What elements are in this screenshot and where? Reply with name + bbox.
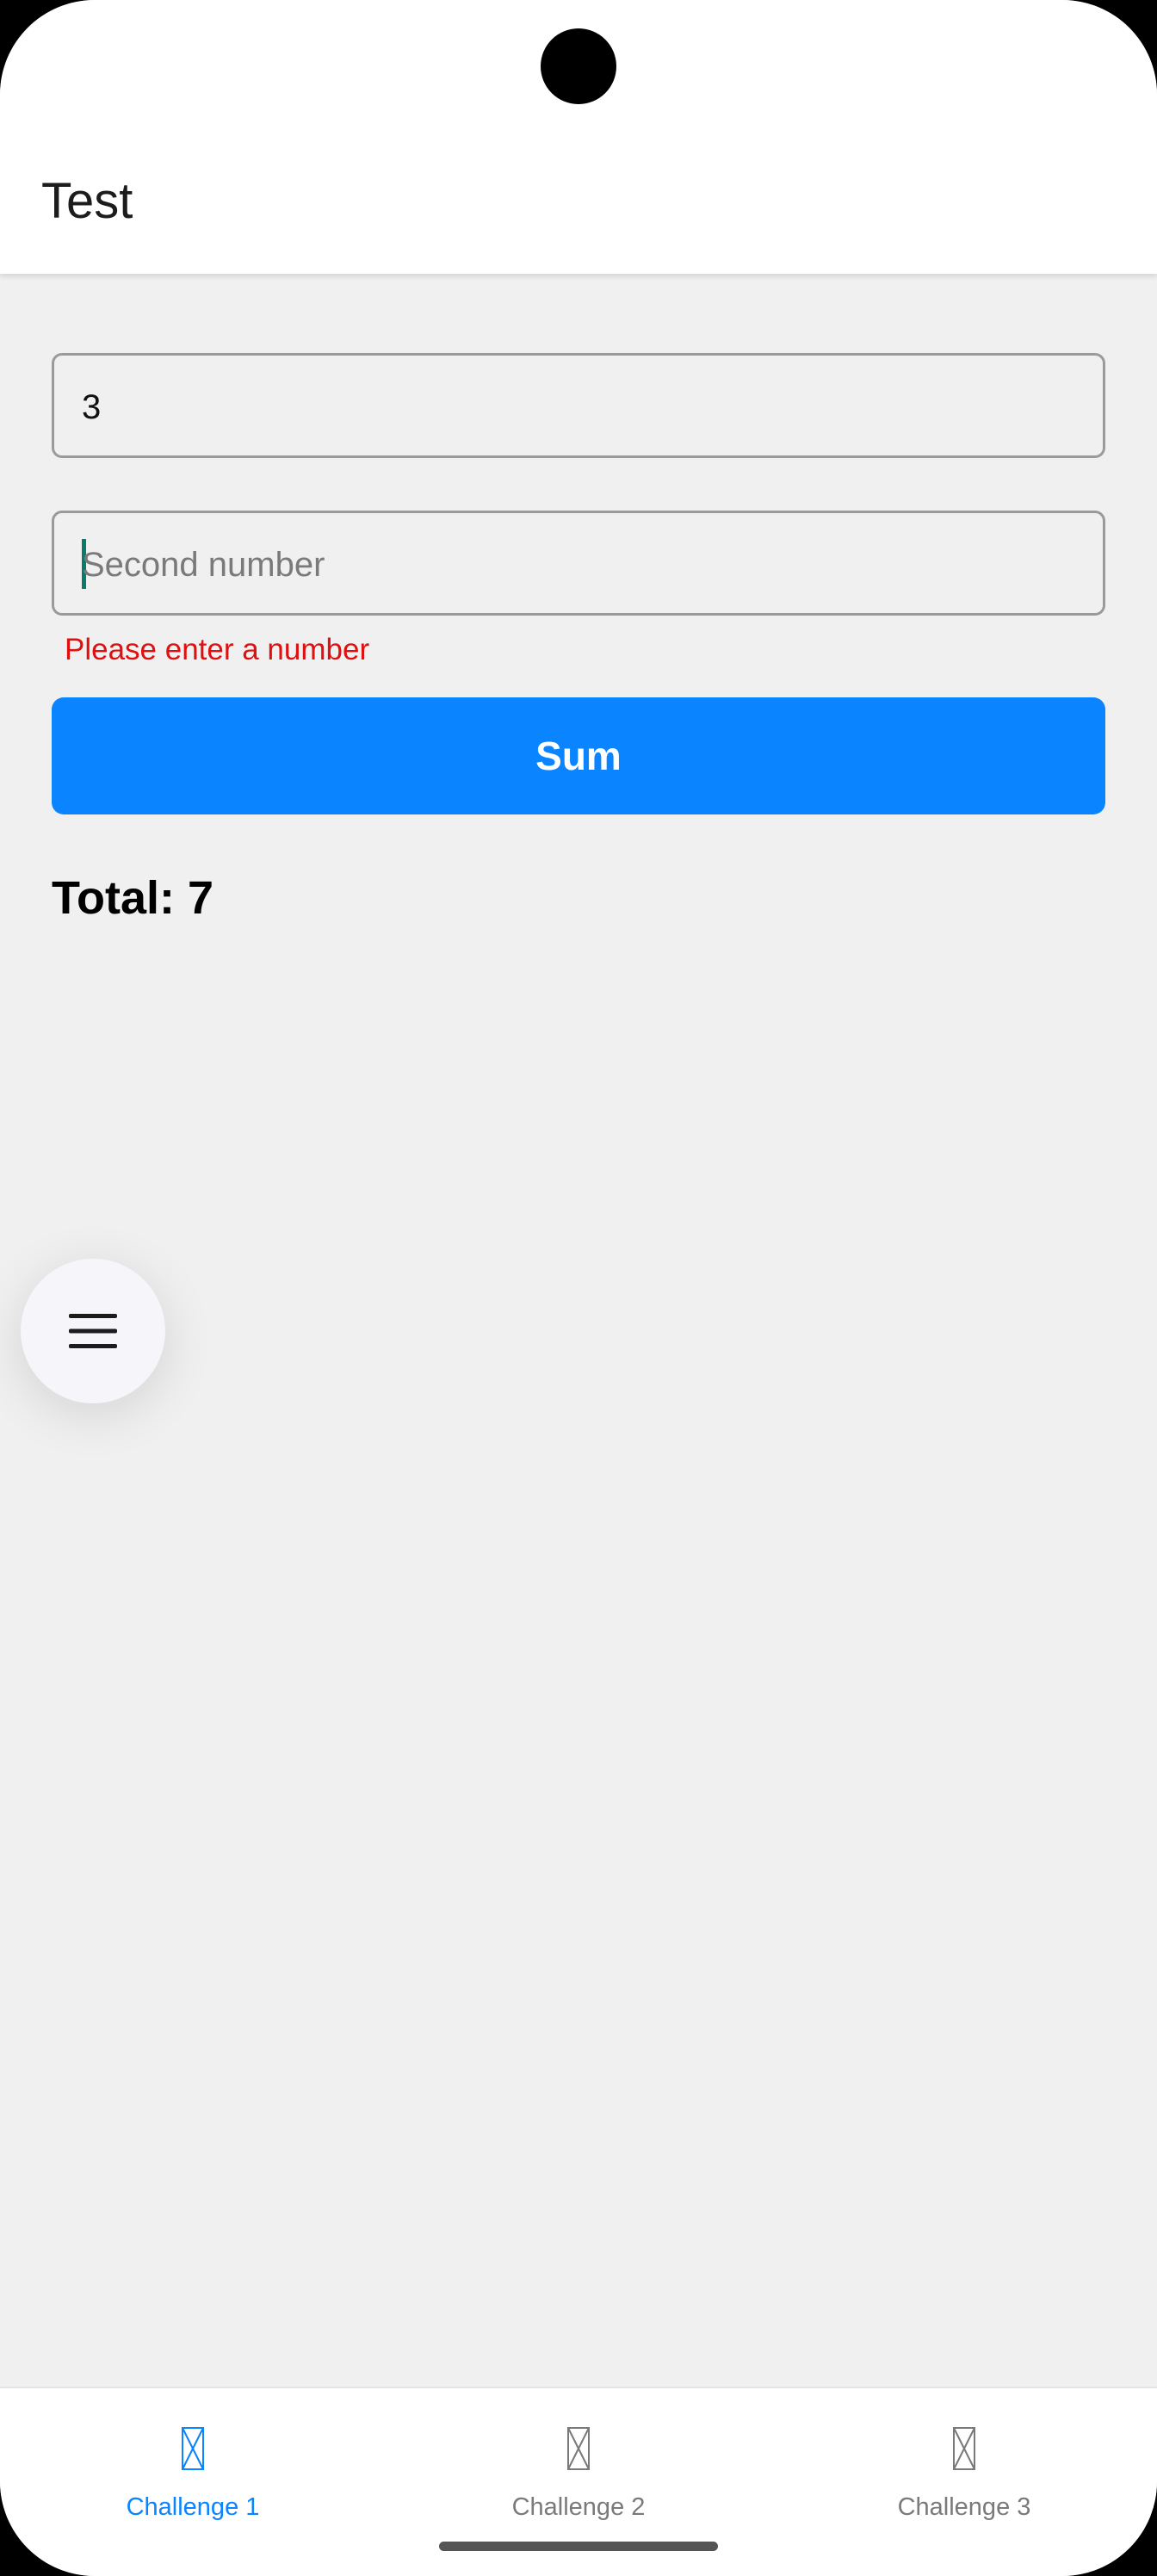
first-number-input[interactable]: 3	[52, 353, 1105, 458]
first-number-value: 3	[82, 388, 102, 426]
validation-error: Please enter a number	[65, 633, 370, 666]
menu-fab[interactable]	[21, 1259, 165, 1403]
screen: Test 3 Second number Please enter a numb…	[0, 0, 1157, 2576]
second-number-placeholder: Second number	[82, 546, 325, 584]
second-number-input[interactable]: Second number	[52, 511, 1105, 616]
tab-label: Challenge 1	[126, 2493, 260, 2521]
page-title: Test	[41, 173, 133, 229]
tab-label: Challenge 2	[511, 2493, 646, 2521]
home-indicator[interactable]	[439, 2542, 718, 2551]
tab-challenge-3[interactable]: Challenge 3	[771, 2388, 1157, 2576]
tab-challenge-1[interactable]: Challenge 1	[0, 2388, 386, 2576]
camera-cutout	[541, 28, 616, 104]
tab-label: Challenge 3	[897, 2493, 1031, 2521]
menu-icon	[69, 1314, 117, 1348]
total-result: Total: 7	[52, 872, 213, 924]
missing-glyph-icon	[567, 2427, 590, 2470]
missing-glyph-icon	[182, 2427, 204, 2470]
missing-glyph-icon	[953, 2427, 975, 2470]
sum-button[interactable]: Sum	[52, 697, 1105, 814]
